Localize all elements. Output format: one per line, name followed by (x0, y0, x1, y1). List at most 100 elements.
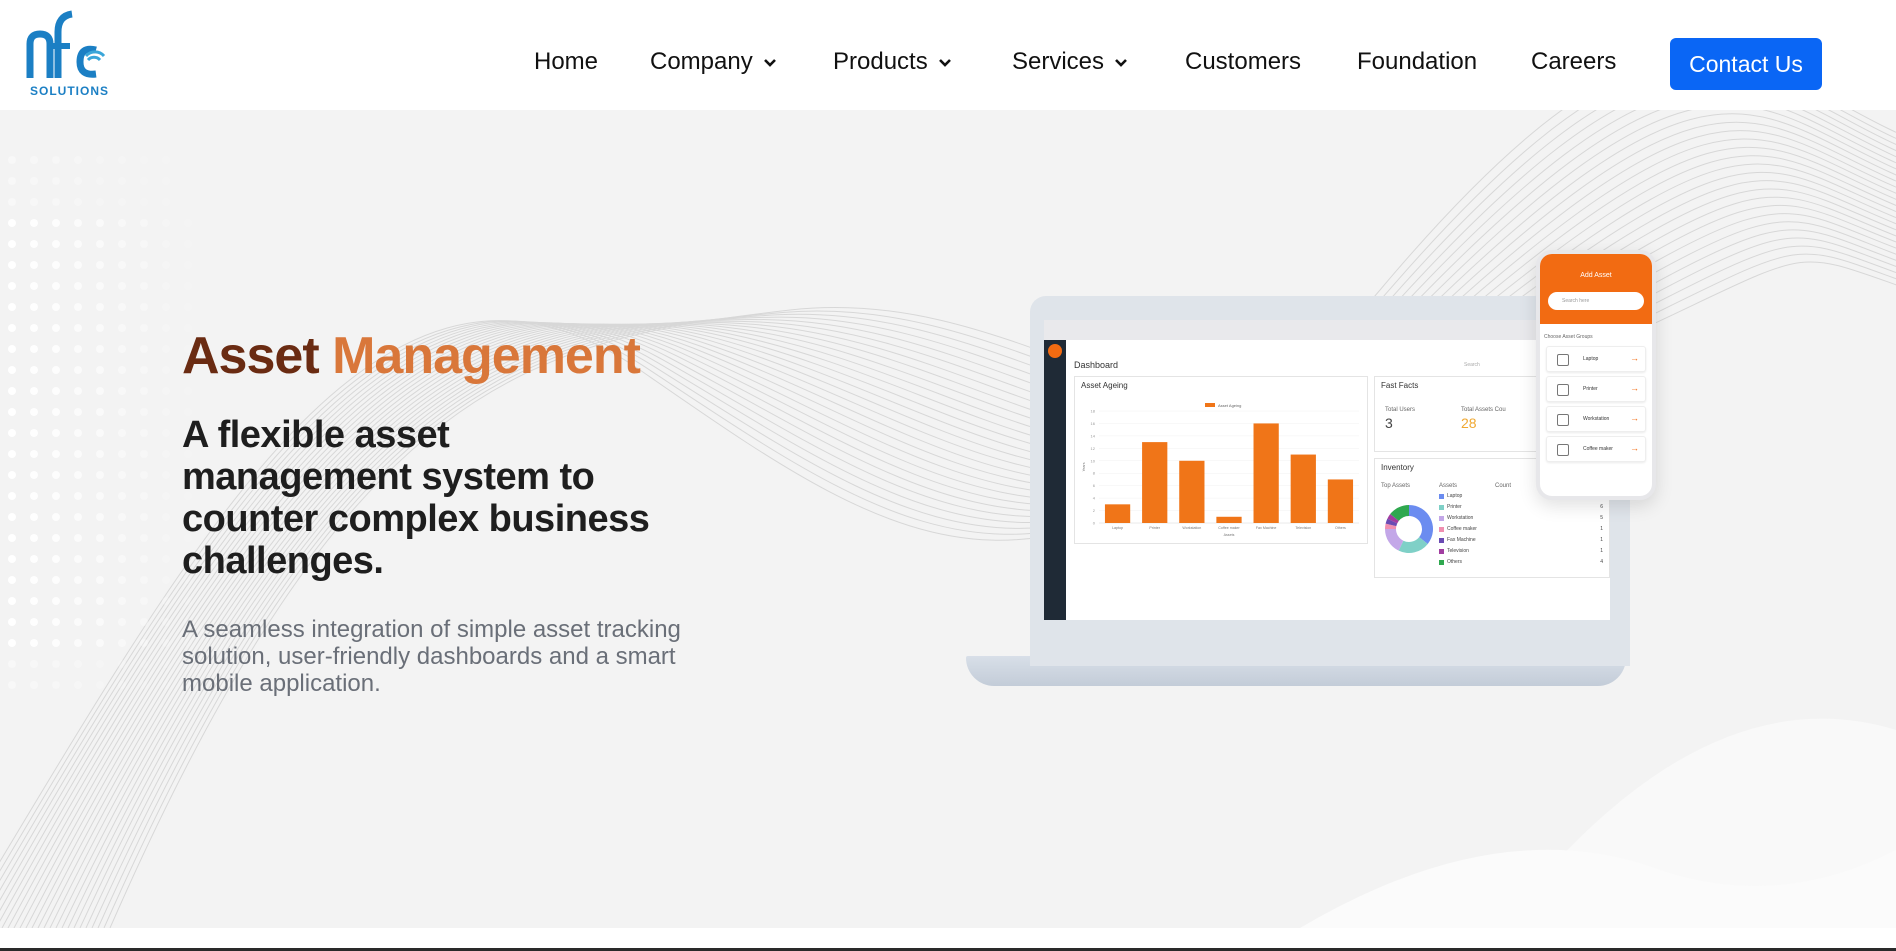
pattern-dot (140, 660, 148, 668)
pattern-dot (140, 450, 148, 458)
browser-bar (1044, 320, 1610, 340)
contact-us-button[interactable]: Contact Us (1670, 38, 1822, 90)
pattern-dot (30, 303, 38, 311)
asset-ageing-title: Asset Ageing (1081, 381, 1128, 390)
pattern-dot (162, 639, 170, 647)
pattern-dot (52, 324, 60, 332)
pattern-dot (52, 660, 60, 668)
pattern-dot (140, 387, 148, 395)
pattern-dot (52, 576, 60, 584)
hero-description: A seamless integration of simple asset t… (182, 616, 681, 697)
pattern-dot (74, 639, 82, 647)
nav-home[interactable]: Home (534, 48, 598, 76)
pattern-dot (8, 366, 16, 374)
pattern-dot (162, 219, 170, 227)
hero-section: Asset Management A flexible asset manage… (0, 110, 1896, 928)
inventory-legend-item: Others 4 (1439, 559, 1603, 565)
pattern-dot (184, 597, 192, 605)
pattern-dot (74, 660, 82, 668)
pattern-dot (30, 639, 38, 647)
pattern-dot (8, 219, 16, 227)
pattern-dot (52, 387, 60, 395)
pattern-dot (96, 471, 104, 479)
pattern-dot (118, 177, 126, 185)
pattern-dot (74, 576, 82, 584)
chevron-down-icon (763, 59, 776, 67)
pattern-dot (8, 618, 16, 626)
nav-foundation[interactable]: Foundation (1357, 48, 1477, 76)
nav-products[interactable]: Products (833, 48, 952, 76)
legend-dot (1439, 515, 1444, 521)
pattern-dot (96, 639, 104, 647)
pattern-dot (30, 492, 38, 500)
pattern-dot (74, 618, 82, 626)
pattern-dot (184, 219, 192, 227)
pattern-dot (140, 618, 148, 626)
hero-title-part1: Asset (182, 327, 320, 385)
pattern-dot (74, 366, 82, 374)
pattern-dot (184, 156, 192, 164)
pattern-dot (52, 303, 60, 311)
total-users-value: 3 (1385, 415, 1393, 431)
pattern-dot (96, 303, 104, 311)
pattern-dot (118, 492, 126, 500)
pattern-dot (96, 345, 104, 353)
pattern-dot (118, 450, 126, 458)
arrow-right-icon: → (1630, 413, 1639, 423)
pattern-dot (74, 471, 82, 479)
arrow-right-icon: → (1630, 443, 1639, 453)
inventory-legend-item: Printer 6 (1439, 504, 1603, 510)
pattern-dot (74, 492, 82, 500)
pattern-dot (52, 240, 60, 248)
nav-services[interactable]: Services (1012, 48, 1128, 76)
pattern-dot (162, 156, 170, 164)
logo-text: SOLUTIONS (30, 84, 110, 98)
pattern-dot (8, 324, 16, 332)
pattern-dot (162, 303, 170, 311)
pattern-dot (52, 681, 60, 689)
pattern-dot (140, 513, 148, 521)
nfc-logo-mark (26, 10, 106, 78)
dashboard-title: Dashboard (1074, 360, 1119, 370)
pattern-dot (8, 450, 16, 458)
pattern-dot (162, 618, 170, 626)
pattern-dot (30, 177, 38, 185)
y-axis-label: Years (1082, 462, 1086, 471)
pattern-dot (52, 282, 60, 290)
pattern-dot (118, 282, 126, 290)
pattern-dot (74, 261, 82, 269)
pattern-dot (96, 450, 104, 458)
nav-home-label: Home (534, 48, 599, 75)
pattern-dot (30, 597, 38, 605)
pattern-dot (30, 408, 38, 416)
bar-workstation (1179, 460, 1205, 523)
nav-customers[interactable]: Customers (1185, 48, 1301, 76)
pattern-dot (118, 597, 126, 605)
legend-name: Fax Machine (1447, 537, 1476, 543)
pattern-dot (30, 450, 38, 458)
y-tick-label: 4 (1093, 496, 1096, 501)
pattern-dot (96, 240, 104, 248)
pattern-dot (30, 471, 38, 479)
pattern-dot (74, 555, 82, 563)
pattern-dot (96, 387, 104, 395)
nfc-logo[interactable]: SOLUTIONS (26, 10, 108, 102)
pattern-dot (74, 387, 82, 395)
pattern-dot (96, 534, 104, 542)
inventory-legend-item: Workstation 5 (1439, 515, 1603, 521)
pattern-dot (8, 492, 16, 500)
pattern-dot (96, 408, 104, 416)
pattern-dot (162, 597, 170, 605)
pattern-dot (184, 177, 192, 185)
pattern-dot (30, 366, 38, 374)
pattern-dot (30, 345, 38, 353)
nav-company[interactable]: Company (650, 48, 777, 76)
pattern-dot (118, 240, 126, 248)
pattern-dot (74, 198, 82, 206)
pattern-dot (140, 219, 148, 227)
pattern-dot (162, 324, 170, 332)
phone-item-label: Coffee maker (1583, 446, 1613, 452)
pattern-dot (96, 681, 104, 689)
x-tick-label: Others (1335, 526, 1346, 530)
nav-careers[interactable]: Careers (1531, 48, 1616, 76)
